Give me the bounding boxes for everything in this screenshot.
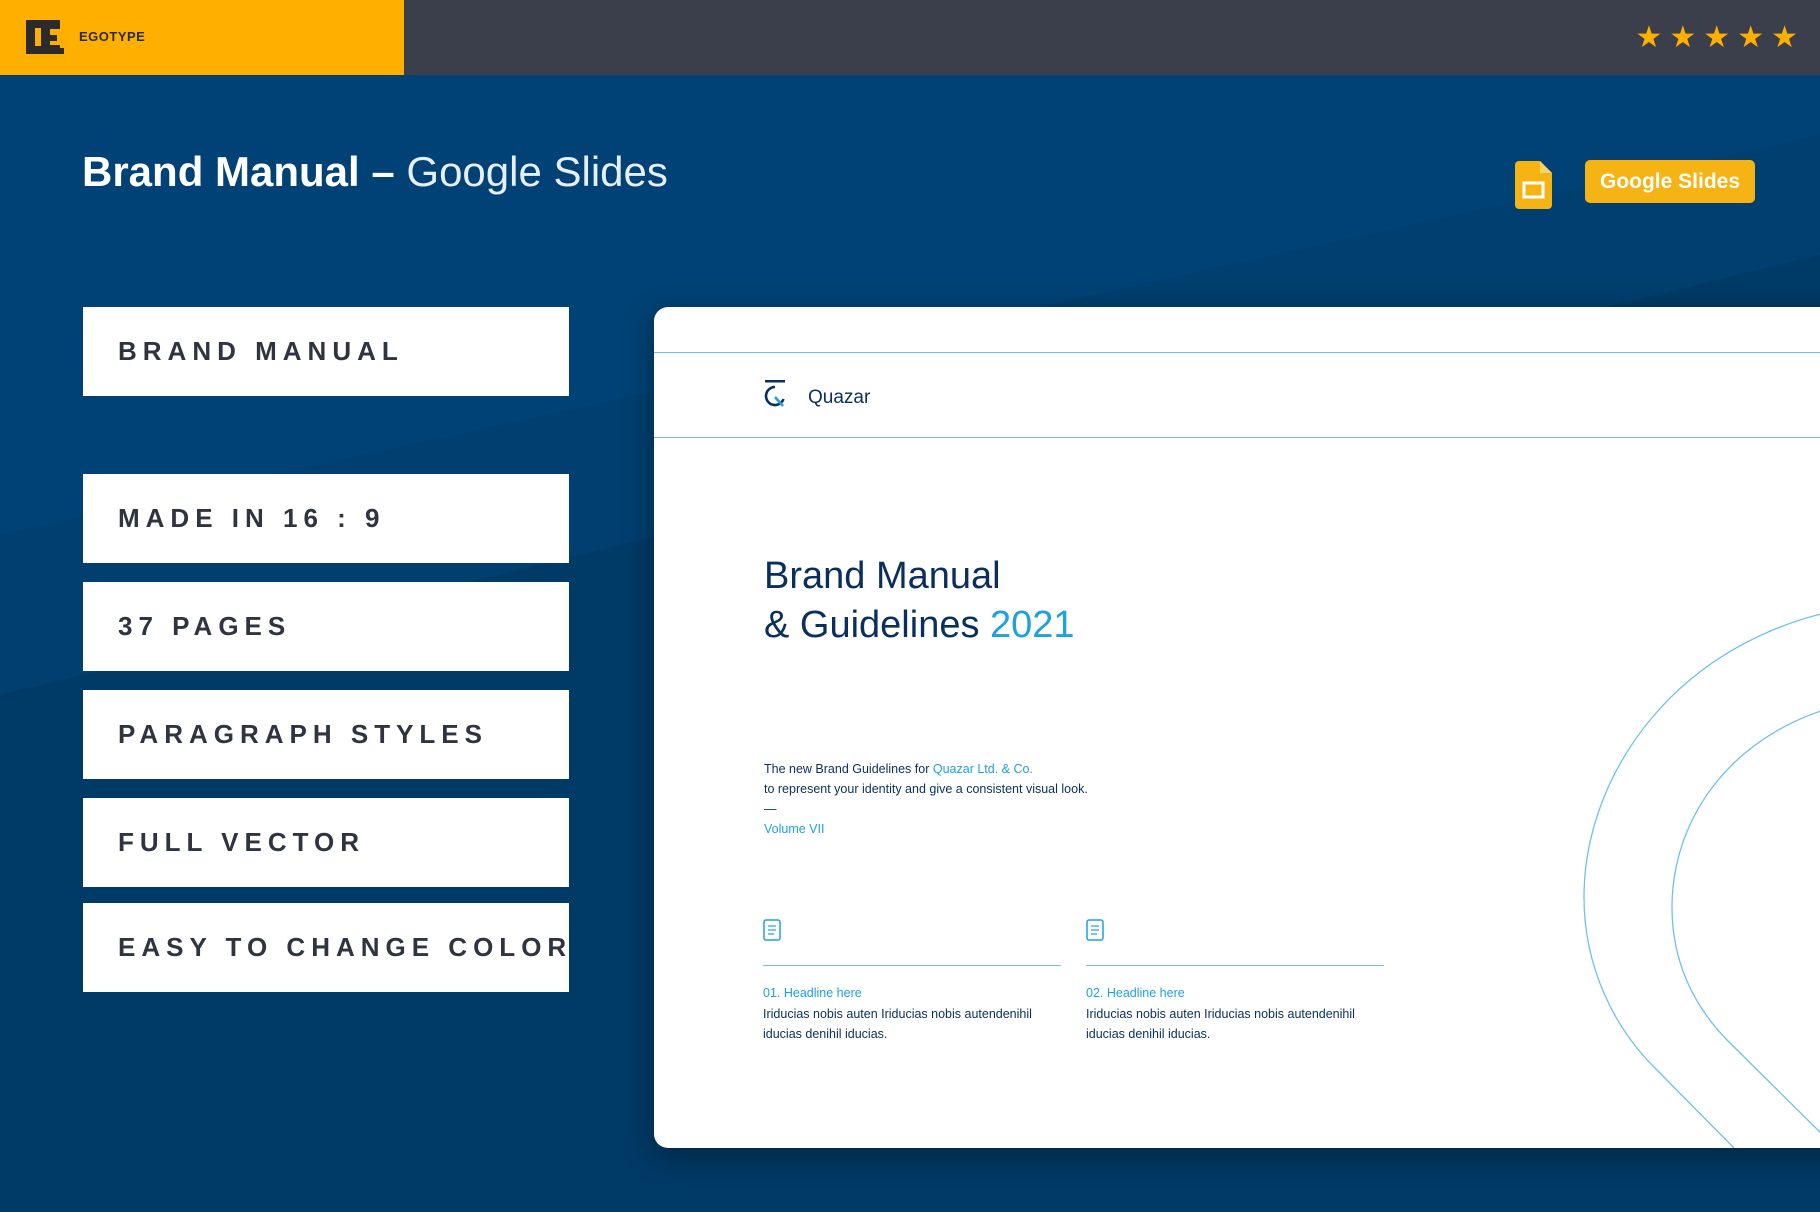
column-text-line-2: iducias denihil iducias. bbox=[1086, 1027, 1211, 1041]
title-line-1: Brand Manual bbox=[764, 555, 1001, 597]
desc-dash: — bbox=[764, 802, 777, 816]
column-heading: 01. Headline here bbox=[763, 986, 862, 1000]
star-icon: ★ bbox=[1771, 20, 1798, 55]
desc-line-1: The new Brand Guidelines for Quazar Ltd.… bbox=[764, 759, 1088, 779]
title-line-2: & Guidelines 2021 bbox=[764, 601, 1075, 650]
brand-block: EGOTYPE bbox=[0, 0, 404, 75]
slide-preview: Quazar Brand Manual & Guidelines 2021 Th… bbox=[654, 307, 1820, 1148]
column-text-line-1: Iriducias nobis auten Iriducias nobis au… bbox=[763, 1007, 1032, 1021]
page-title: Brand Manual – Google Slides bbox=[82, 148, 668, 196]
volume-label: Volume VII bbox=[764, 822, 825, 836]
title-bold: Brand Manual – bbox=[82, 148, 395, 195]
desc-company: Quazar Ltd. & Co. bbox=[932, 762, 1033, 776]
top-bar: EGOTYPE ★ ★ ★ ★ ★ bbox=[0, 0, 1820, 75]
title-light: Google Slides bbox=[406, 148, 668, 195]
title-guidelines: & Guidelines bbox=[764, 604, 980, 646]
column-rule bbox=[1086, 965, 1384, 966]
quazar-logo-icon bbox=[764, 380, 785, 407]
title-year: 2021 bbox=[990, 604, 1075, 646]
header-rule-bottom bbox=[654, 437, 1820, 438]
star-icon: ★ bbox=[1737, 20, 1765, 55]
star-icon: ★ bbox=[1635, 20, 1663, 55]
column-1: 01. Headline here Iriducias nobis auten … bbox=[763, 919, 1063, 1044]
feature-pages: 37 PAGES bbox=[83, 582, 569, 671]
column-text: Iriducias nobis auten Iriducias nobis au… bbox=[763, 1004, 1063, 1044]
feature-aspect-ratio: MADE IN 16 : 9 bbox=[83, 474, 569, 563]
rating-stars: ★ ★ ★ ★ ★ bbox=[1635, 20, 1798, 56]
desc-line-2: to represent your identity and give a co… bbox=[764, 782, 1088, 796]
column-text-line-1: Iriducias nobis auten Iriducias nobis au… bbox=[1086, 1007, 1355, 1021]
document-icon bbox=[1086, 919, 1104, 941]
feature-brand-manual: BRAND MANUAL bbox=[83, 307, 569, 396]
brand-name: EGOTYPE bbox=[79, 29, 146, 44]
slide-description: The new Brand Guidelines for Quazar Ltd.… bbox=[764, 759, 1088, 839]
company-name: Quazar bbox=[808, 387, 871, 408]
document-icon bbox=[763, 919, 781, 941]
feature-paragraph-styles: PARAGRAPH STYLES bbox=[83, 690, 569, 779]
desc-prefix: The new Brand Guidelines for bbox=[764, 762, 930, 776]
star-icon: ★ bbox=[1669, 20, 1697, 55]
column-2: 02. Headline here Iriducias nobis auten … bbox=[1086, 919, 1386, 1044]
google-slides-button[interactable]: Google Slides bbox=[1585, 160, 1755, 203]
feature-full-vector: FULL VECTOR bbox=[83, 798, 569, 887]
header-rule-top bbox=[654, 352, 1820, 353]
column-text: Iriducias nobis auten Iriducias nobis au… bbox=[1086, 1004, 1386, 1044]
column-rule bbox=[763, 965, 1061, 966]
slide-title: Brand Manual & Guidelines 2021 bbox=[764, 552, 1075, 650]
star-icon: ★ bbox=[1703, 20, 1731, 55]
feature-easy-color: EASY TO CHANGE COLOR bbox=[83, 903, 569, 992]
column-text-line-2: iducias denihil iducias. bbox=[763, 1027, 888, 1041]
egotype-logo-icon bbox=[26, 20, 64, 54]
google-slides-icon bbox=[1515, 161, 1552, 209]
column-heading: 02. Headline here bbox=[1086, 986, 1185, 1000]
